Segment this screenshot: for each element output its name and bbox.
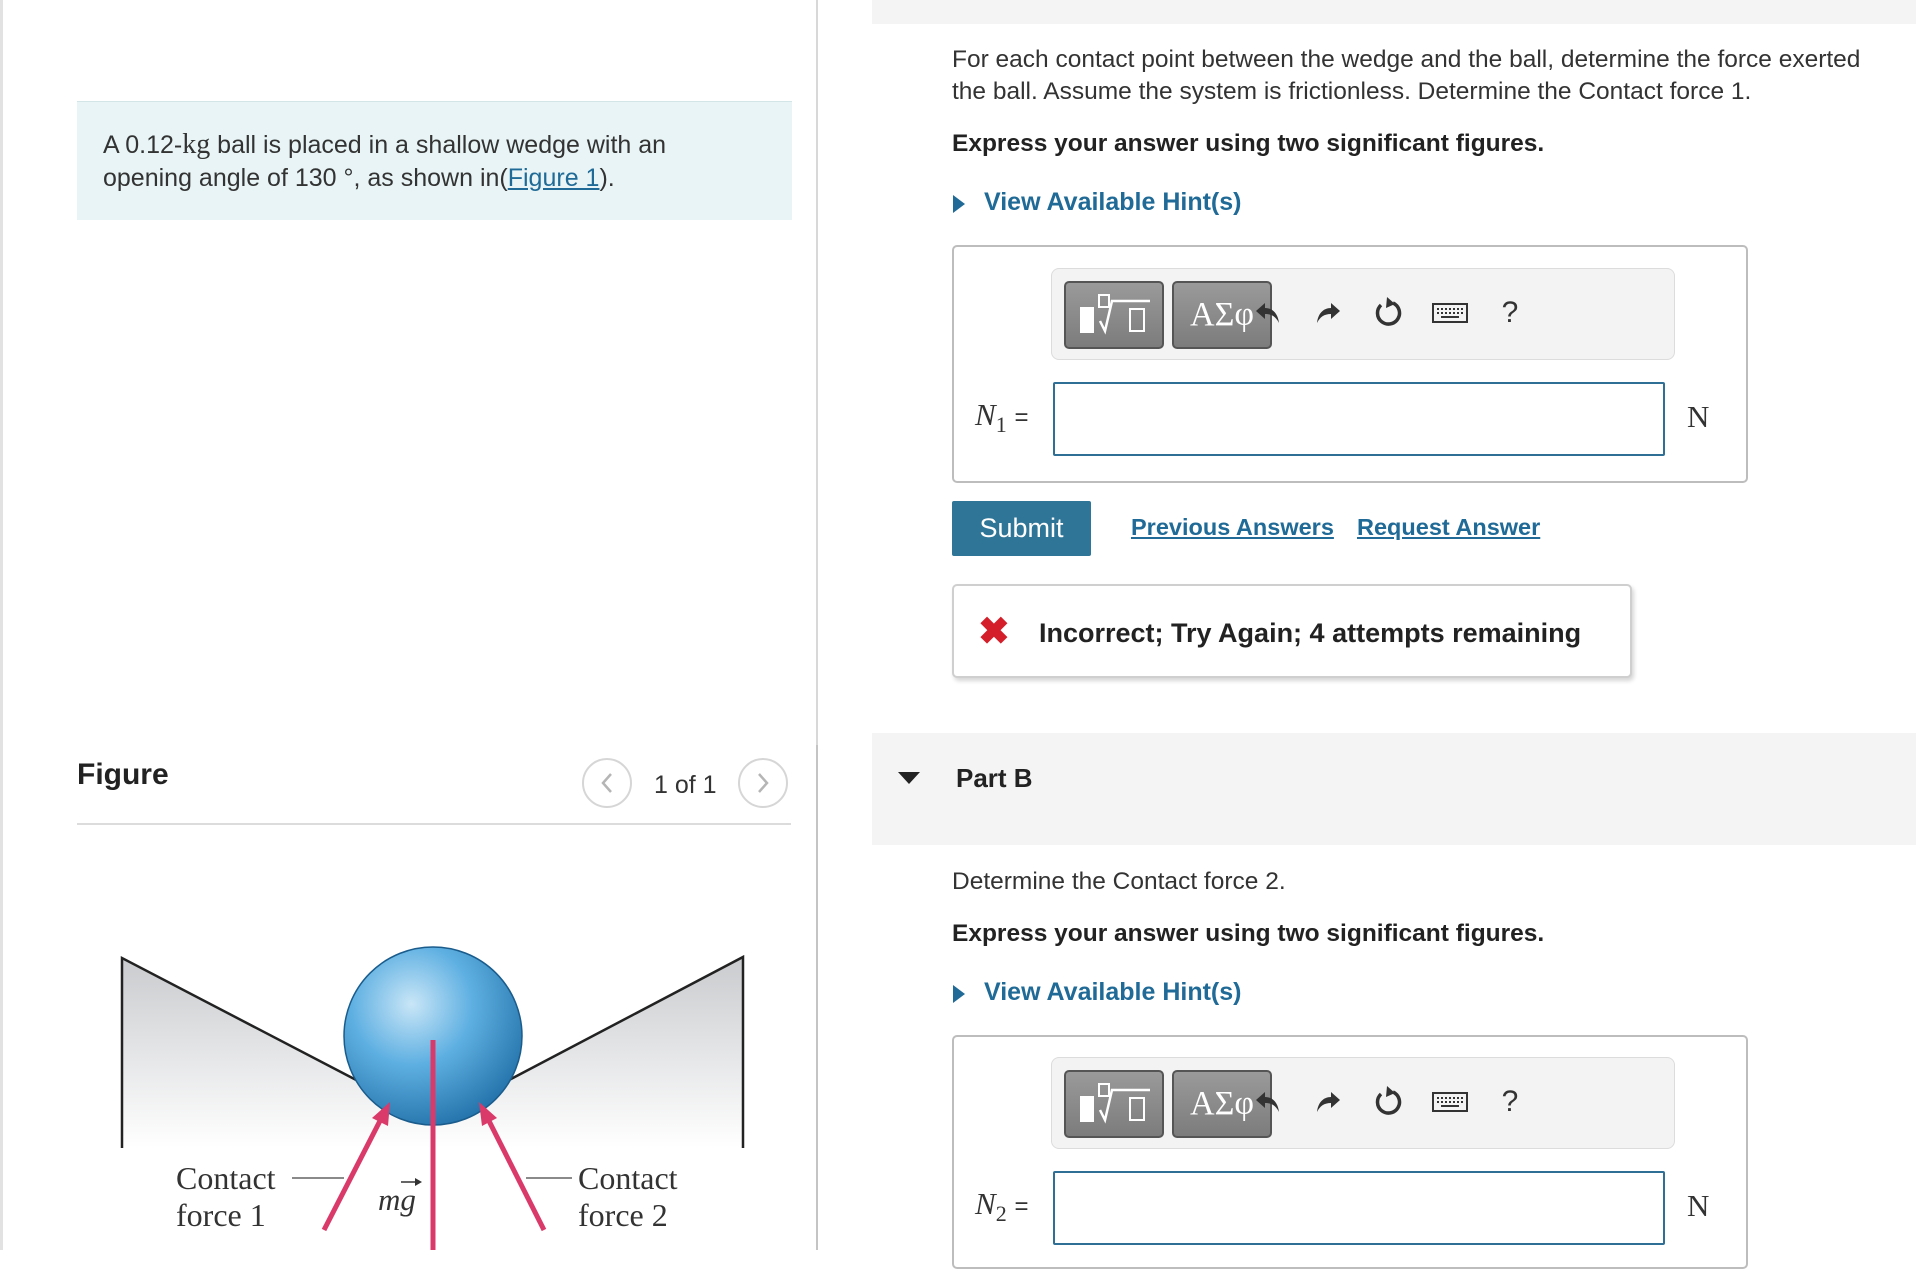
keyboard-button[interactable] [1428,291,1472,335]
request-answer-link[interactable]: Request Answer [1357,514,1540,541]
redo-icon [1317,303,1340,323]
figure-prev-button[interactable] [582,758,632,808]
part-a-header-band [872,0,1916,24]
part-a-math-toolbar: ΑΣφ ? [1051,268,1675,360]
figure-link[interactable]: Figure 1 [508,164,600,192]
part-b-answer-input[interactable] [1053,1171,1665,1245]
figure-divider [77,823,791,825]
previous-answers-link[interactable]: Previous Answers [1131,514,1334,541]
figure-page-indicator: 1 of 1 [654,771,717,799]
column-divider-lower [816,745,818,1250]
submit-button[interactable]: Submit [952,501,1091,556]
vector-arrowhead-over-g [415,1178,422,1186]
part-b-unit: N [1687,1188,1710,1223]
redo-icon [1317,1092,1340,1112]
reset-button[interactable] [1367,1080,1411,1124]
problem-text-suffix: ). [599,164,615,192]
chevron-left-icon [601,773,612,793]
undo-icon [1256,303,1279,323]
sqrt-template-icon [1080,294,1150,335]
collapse-caret-icon[interactable] [898,772,920,784]
problem-text-prefix: A 0.12- [103,131,183,159]
part-a-sig-figs: Express your answer using two significan… [952,130,1545,157]
template-button[interactable] [1064,1070,1164,1138]
redo-button[interactable] [1306,1080,1350,1124]
contact-force-1-label-line2: force 1 [176,1197,266,1233]
equals-sign: = [1014,1193,1029,1220]
part-b-title: Part B [956,763,1033,793]
hint-expand-icon[interactable] [953,195,965,213]
hint-expand-icon[interactable] [953,985,965,1003]
problem-statement: A 0.12-kg ball is placed in a shallow we… [103,128,743,195]
reset-icon [1375,1086,1402,1115]
part-a-question: For each contact point between the wedge… [952,44,1916,108]
figure-next-button[interactable] [738,758,788,808]
contact-force-2-label-line1: Contact [578,1160,678,1196]
variable-letter: N [975,1186,996,1221]
part-b-math-toolbar: ΑΣφ ? [1051,1057,1675,1149]
undo-button[interactable] [1246,1080,1290,1124]
reset-button[interactable] [1367,291,1411,335]
part-a-answer-input[interactable] [1053,382,1665,456]
keyboard-icon [1432,1092,1468,1112]
help-button[interactable]: ? [1488,291,1532,335]
part-b-variable-label: N2 = [975,1186,1028,1227]
keyboard-icon [1432,303,1468,323]
sqrt-template-icon [1080,1083,1150,1124]
mass-unit: kg [182,129,211,160]
left-border [0,0,3,1250]
part-b-hint-link[interactable]: View Available Hint(s) [984,978,1241,1007]
keyboard-button[interactable] [1428,1080,1472,1124]
chevron-right-icon [758,773,769,793]
part-a-question-line1: For each contact point between the wedge… [952,46,1861,73]
feedback-message: Incorrect; Try Again; 4 attempts remaini… [1039,618,1582,648]
mg-label: mg [378,1182,416,1217]
template-button[interactable] [1064,281,1164,349]
equals-sign: = [1014,404,1029,431]
part-a-unit: N [1687,399,1710,434]
part-a-question-line2: the ball. Assume the system is frictionl… [952,78,1752,105]
undo-icon [1256,1092,1279,1112]
variable-subscript: 2 [995,1201,1007,1227]
part-b-question: Determine the Contact force 2. [952,868,1286,895]
contact-force-2-label-line2: force 2 [578,1197,668,1233]
redo-button[interactable] [1306,291,1350,335]
wedge-ball-figure: Contact force 1 mg Contact force 2 [120,946,745,1250]
contact-force-1-label-line1: Contact [176,1160,276,1196]
variable-letter: N [975,397,996,432]
variable-subscript: 1 [995,412,1007,438]
part-a-variable-label: N1 = [975,397,1028,438]
help-button[interactable]: ? [1488,1080,1532,1124]
undo-button[interactable] [1246,291,1290,335]
part-a-hint-link[interactable]: View Available Hint(s) [984,188,1241,217]
reset-icon [1375,297,1402,326]
figure-title: Figure [77,758,169,791]
incorrect-icon: ✖ [978,611,1010,653]
part-b-sig-figs: Express your answer using two significan… [952,920,1545,947]
